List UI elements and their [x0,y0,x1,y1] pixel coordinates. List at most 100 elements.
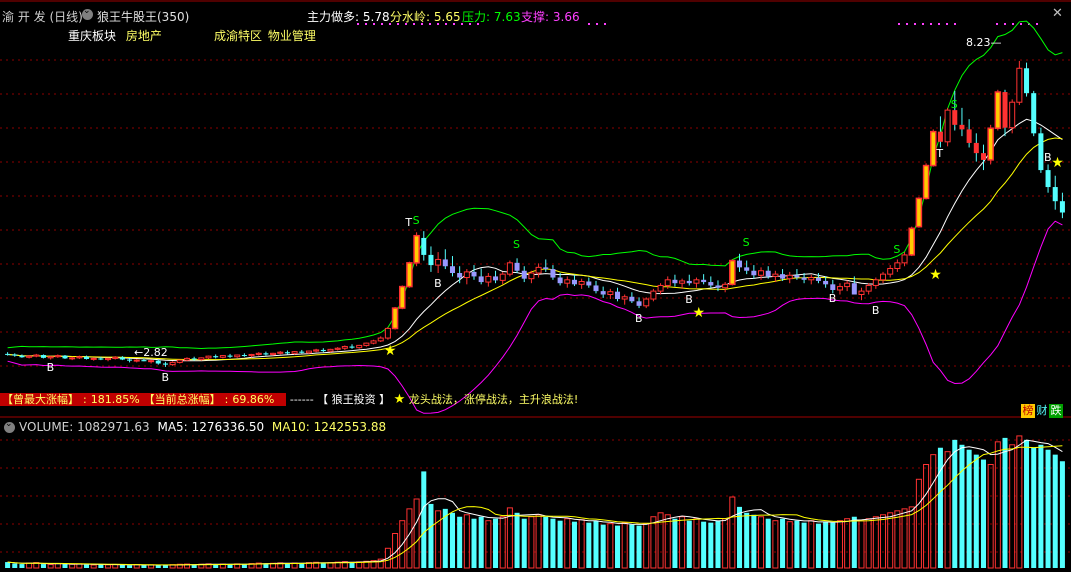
badge-fall[interactable]: 跌 [1049,404,1063,418]
candle-body [1002,92,1008,128]
candle-body [621,296,628,300]
sell-signal-marker: S [412,214,420,228]
candle-body [578,281,585,285]
volume-ma10-line [7,445,1063,566]
candle-body [471,271,477,277]
candle-body [851,283,857,295]
volume-bar [952,439,958,568]
stock-name: 渝 开 发 [2,10,46,24]
candle-body [887,267,894,275]
candle-body [241,355,247,357]
candle-body [213,356,219,358]
candle-body [1045,170,1051,188]
stock-title: 渝 开 发 (日线) [2,8,83,25]
price-volume-chart[interactable] [0,0,1071,572]
indicator-name: 狼王牛股王(350) [97,10,190,24]
candle-body [270,352,277,355]
candle-body [786,274,793,280]
support-value: 3.66 [552,10,580,24]
candle-body [765,270,771,277]
volume-bar [320,562,326,568]
candle-body [428,254,434,266]
candle-body [485,275,492,283]
candle-body [449,266,455,274]
volume-bar [119,565,125,568]
volume-bar [621,522,628,569]
buy-signal-marker: B [685,292,693,306]
candle-body [643,298,650,307]
candle-body [305,350,312,354]
volume-bar [457,516,463,568]
volume-bar [823,521,829,568]
volume-bar [1052,454,1058,568]
candle-body [176,359,183,363]
candle-body [944,109,951,143]
volume-bar [808,520,815,569]
star-signal-icon: ★ [383,342,397,359]
candle-body [506,262,513,275]
buy-signal-marker: B [161,370,169,384]
ma5-label: MA5: [157,420,188,434]
volume-bar [615,525,621,568]
candle-body [823,280,829,285]
candle-body [980,153,986,160]
candle-body [284,352,290,354]
volume-dropdown-icon[interactable]: ⌄ [4,419,15,433]
volume-bar [349,562,355,568]
peak-price-value: 8.23 [966,36,991,49]
candle-body [191,358,197,360]
candle-body [908,227,915,256]
candle-body [686,280,692,284]
candle-body [994,91,1002,129]
volume-bar [973,454,979,568]
sell-signal-marker: S [950,98,958,112]
candle-body [815,277,821,281]
buy-signal-marker: B [635,312,643,326]
volume-bar [930,454,937,569]
volume-bar [564,518,571,569]
candle-body [19,355,25,358]
candle-body [169,361,176,366]
badge-rank[interactable]: 榜 [1021,404,1035,418]
candle-body [514,262,520,271]
candle-body [571,279,577,285]
volume-bar [421,471,427,568]
candle-body [922,164,930,200]
candle-body [84,356,90,359]
volume-bar [708,522,714,568]
max-gain-label: 【曾最大涨幅】 [0,393,81,406]
total-gain-label: 【当前总涨幅】 [141,393,223,406]
candle-body [929,130,937,167]
volume-bar [105,564,112,569]
volume-bar [1024,439,1030,568]
candle-body [341,346,348,349]
indicator-dropdown-icon[interactable]: ⌄ [82,6,93,20]
candle-body [69,357,76,360]
candle-body [894,262,901,269]
badge-finance[interactable]: 财 [1035,404,1049,418]
candle-body [198,357,205,361]
volume-bar [880,514,887,569]
candle-body [435,258,442,266]
sell-signal-marker: S [742,235,750,249]
candle-body [263,353,269,355]
period-label: (日线) [49,10,83,24]
candle-body [391,307,399,330]
volume-bar [127,565,133,568]
candle-body [880,273,887,281]
candle-body [901,254,908,264]
candle-body [521,270,527,279]
candle-body [313,349,320,352]
volume-bar [636,525,642,568]
main-force-readout: 主力做多: 5.78 [307,8,390,25]
volume-bar [40,564,46,568]
volume-bar [729,496,736,569]
volume-bar [944,451,951,569]
candle-body [327,348,334,352]
candle-body [543,267,549,270]
close-icon[interactable]: ✕ [1052,6,1063,21]
candle-body [801,277,807,280]
volume-bar [844,518,851,569]
volume-bar [241,564,247,568]
volume-bar [908,506,915,569]
